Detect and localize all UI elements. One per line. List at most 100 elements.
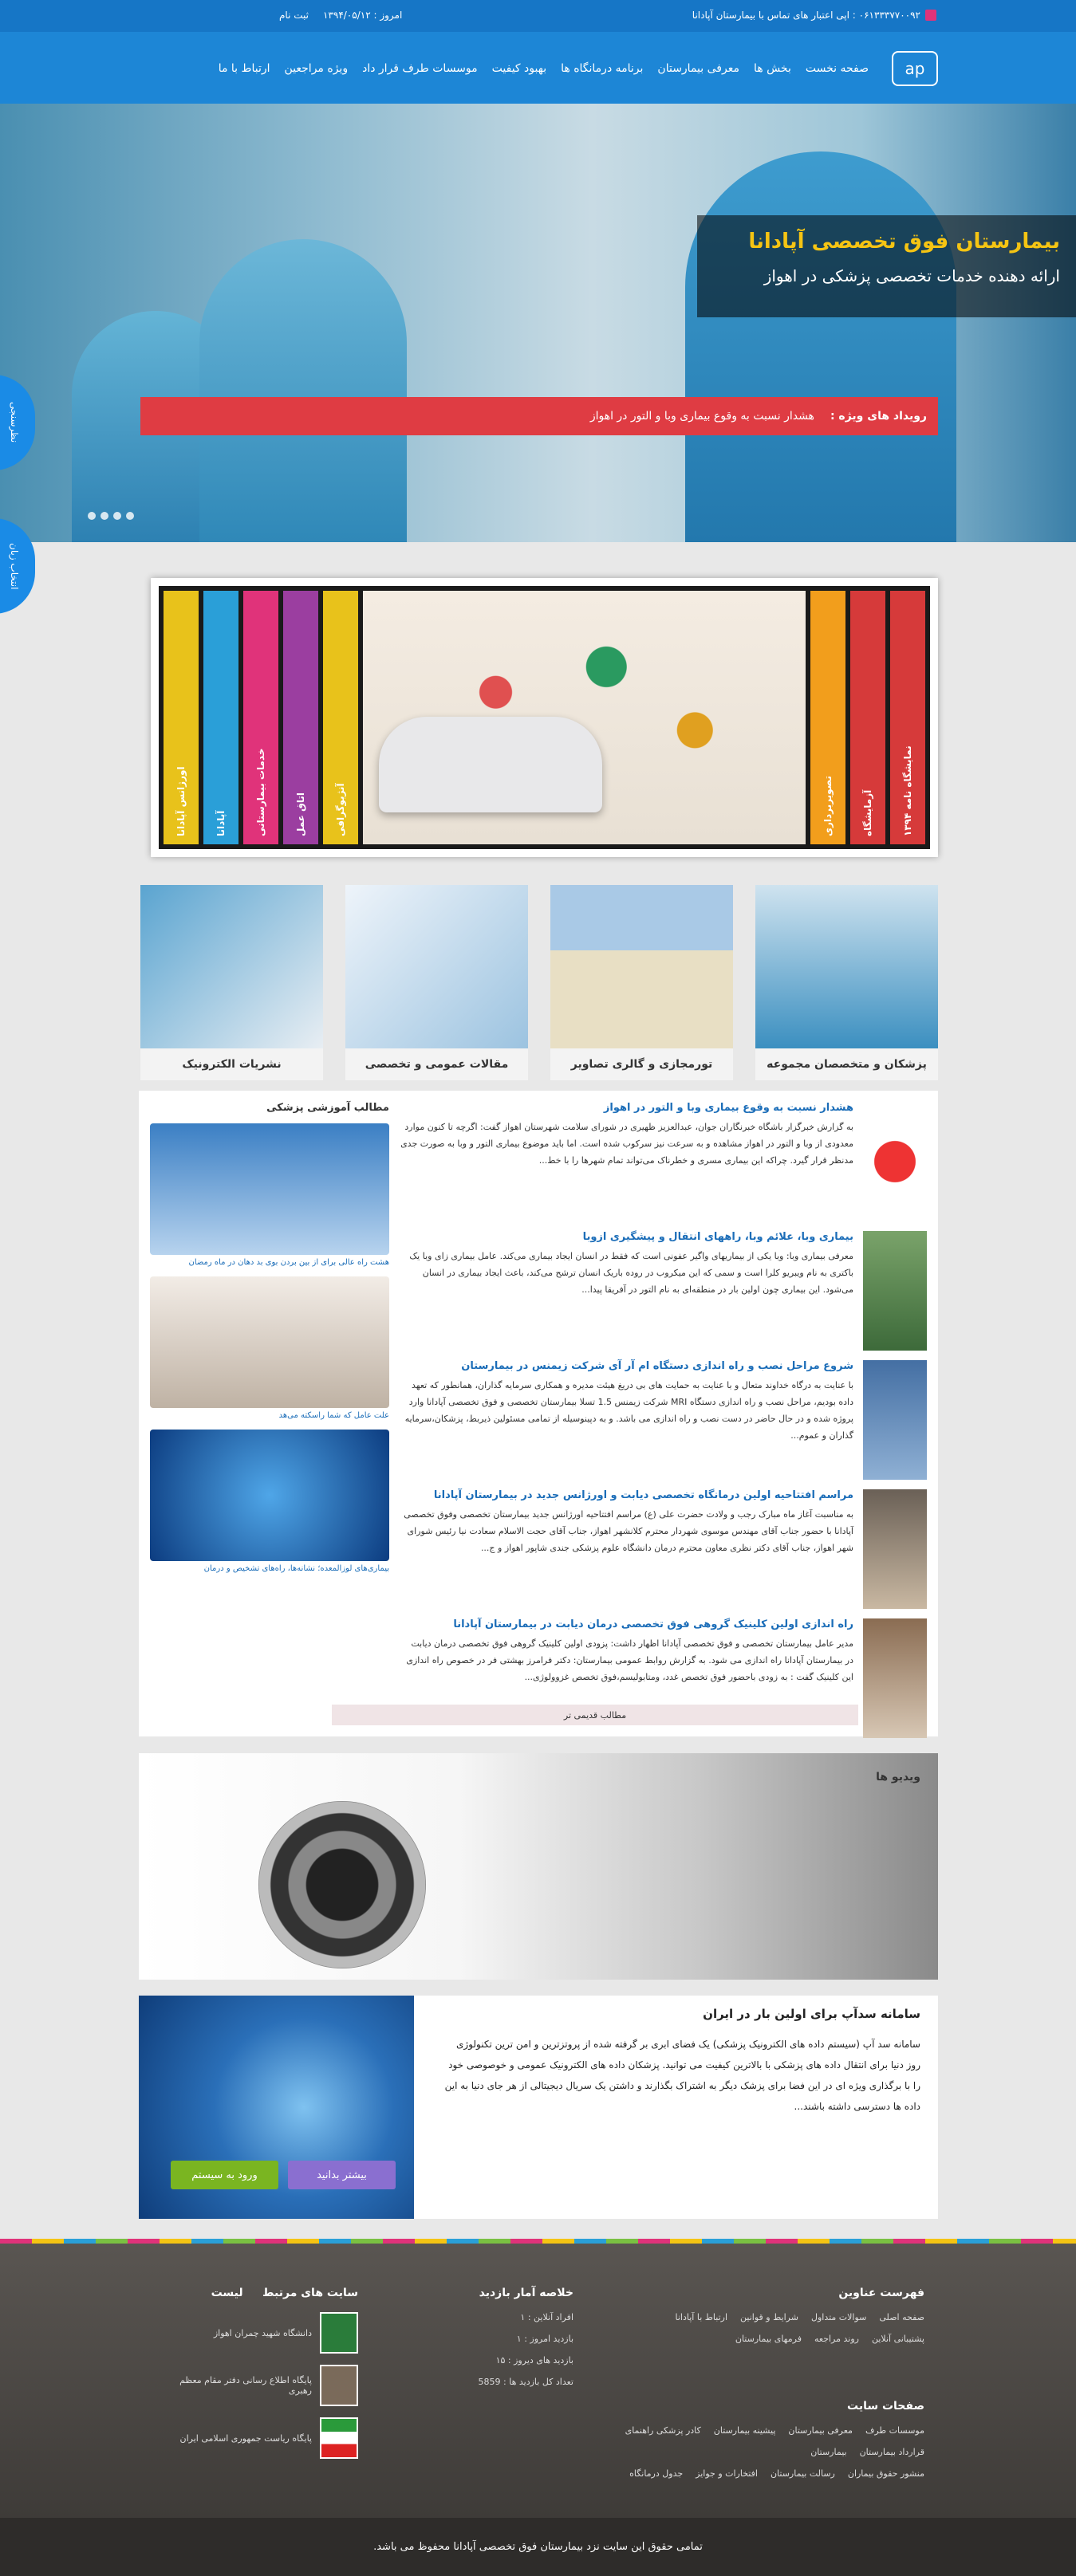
accordion-tab[interactable]: آزمایشگاه [850,591,885,844]
accordion-tab[interactable]: آپادانا [203,591,238,844]
article-title[interactable]: راه اندازی اولین کلینیک گروهی فوق تخصصی … [400,1618,853,1630]
card-label: نشریات الکترونیک [140,1048,323,1080]
article: بیماری وبا، علائم وبا، راههای انتقال و پ… [400,1231,927,1351]
footer-link[interactable]: صفحه اصلی [879,2312,924,2322]
footer-link[interactable]: بیمارستان [810,2447,846,2457]
slider-dot[interactable] [113,512,121,520]
education-item[interactable]: بیماری‌های لوزالمعده؛ نشانه‌ها، راه‌های … [150,1430,389,1573]
card-label: تورمجازی و گالری تصاویر [550,1048,733,1080]
footer: فهرست عناوین صفحه اصلی سوالات متداول شرا… [0,2239,1076,2518]
hero-figure [199,239,407,542]
slider-dot[interactable] [88,512,96,520]
footer-link[interactable]: پیشینه بیمارستان [714,2425,776,2436]
footer-link[interactable]: ارتباط با آپادانا [676,2312,728,2322]
article-thumbnail[interactable] [863,1360,927,1480]
footer-link[interactable]: منشور حقوق بیماران [848,2468,924,2479]
accordion-tab[interactable]: آنژیوگرافی [323,591,358,844]
footer-link[interactable]: قرارداد بیمارستان [860,2447,924,2457]
accordion-tab-label: اورژانس آپادانا [175,766,187,836]
top-bar: ۰۶۱۳۳۳۷۷۰۰۹۲ : اپی اعتبار های تماس با بی… [0,0,1076,32]
footer-link[interactable]: رسالت بیمارستان [771,2468,835,2479]
main-nav: ap صفحه نخست بخش ها معرفی بیمارستان برنا… [0,32,1076,104]
footer-link[interactable]: جدول درمانگاه [629,2468,683,2479]
article-title[interactable]: مراسم افتتاحیه اولین درمانگاه تخصصی دیاب… [400,1489,853,1501]
article-title[interactable]: شروع مراحل نصب و راه اندازی دستگاه ام آر… [400,1360,853,1372]
menu-item-about[interactable]: معرفی بیمارستان [657,62,739,75]
related-site-label: پایگاه اطلاع رسانی دفتر مقام معظم رهبری [179,2375,312,2396]
footer-link[interactable]: پشتیبانی آنلاین [872,2334,924,2344]
stat-total: تعداد کل بازدید ها : 5859 [478,2377,573,2387]
cloud-text: سامانه سد آپ (سیستم داده های الکترونیک پ… [444,2039,920,2112]
footer-link[interactable]: موسسات طرف [865,2425,924,2436]
education-item[interactable]: هشت راه عالی برای از بین بردن بوی بد دها… [150,1123,389,1267]
accordion-tab[interactable]: تصویربرداری [810,591,845,844]
article-thumbnail[interactable] [863,1618,927,1738]
learn-more-button[interactable]: بیشتر بدانید [288,2161,396,2189]
menu-item-contracts[interactable]: موسسات طرف قرار داد [362,62,478,75]
card-gallery[interactable]: تورمجازی و گالری تصاویر [550,885,733,1080]
older-posts-button[interactable]: مطالب قدیمی تر [332,1705,858,1725]
menu-item-quality[interactable]: بهبود کیفیت [492,62,546,75]
news-label: رویداد های ویژه : [830,410,927,423]
article-title[interactable]: هشدار نسبت به وقوع بیماری وبا و التور در… [400,1102,853,1114]
card-image [550,885,733,1048]
card-doctors[interactable]: پزشکان و متخصصان مجموعه [755,885,938,1080]
education-image [150,1430,389,1561]
menu-item-patients[interactable]: ویژه مراجعین [285,62,349,75]
footer-link[interactable]: کادر پزشکی راهنمای [625,2425,701,2436]
accordion-tab[interactable]: اورژانس آپادانا [164,591,199,844]
register-link[interactable]: ثبت نام [279,10,309,21]
footer-link[interactable]: فرمهای بیمارستان [735,2334,802,2344]
education-label[interactable]: علت عامل که شما راسکته می‌هد [150,1411,389,1420]
footer-link[interactable]: سوالات متداول [811,2312,866,2322]
news-section: هشدار نسبت به وقوع بیماری وبا و التور در… [139,1091,938,1738]
accordion-tab-label: آپادانا [215,810,227,836]
site-logo[interactable]: ap [892,51,938,86]
footer-link[interactable]: روند مراجعه [814,2334,859,2344]
related-site[interactable]: پایگاه اطلاع رسانی دفتر مقام معظم رهبری [159,2365,358,2406]
article-title[interactable]: بیماری وبا، علائم وبا، راههای انتقال و پ… [400,1231,853,1243]
hero-subtitle: ارائه دهنده خدمات تخصصی پزشکی در اهواز [763,266,1060,285]
accordion-tab-label: آنژیوگرافی [335,783,346,836]
footer-link[interactable]: شرایط و قوانین [740,2312,798,2322]
footer-stripe [0,2239,1076,2244]
article: شروع مراحل نصب و راه اندازی دستگاه ام آر… [400,1360,927,1480]
card-publications[interactable]: نشریات الکترونیک [140,885,323,1080]
menu-item-departments[interactable]: بخش ها [754,62,791,75]
article-text: با عنایت به درگاه خداوند متعال و با عنای… [404,1380,853,1441]
footer-link[interactable]: معرفی بیمارستان [788,2425,853,2436]
accordion-tab[interactable]: نمایشگاه نامه ۱۳۹۴ [890,591,925,844]
article-thumbnail[interactable] [863,1102,927,1221]
menu-item-clinics[interactable]: برنامه درمانگاه ها [561,62,643,75]
date-text: امروز : ۱۳۹۴/۰۵/۱۲ [322,10,403,21]
related-site[interactable]: پایگاه ریاست جمهوری اسلامی ایران [159,2417,358,2459]
login-button[interactable]: ورود به سیستم [171,2161,278,2189]
news-text[interactable]: هشدار نسبت به وقوع بیماری وبا و التور در… [590,410,814,423]
footer-link[interactable]: افتخارات و جوایز [696,2468,758,2479]
education-label[interactable]: هشت راه عالی برای از بین بردن بوی بد دها… [150,1258,389,1267]
article: مراسم افتتاحیه اولین درمانگاه تخصصی دیاب… [400,1489,927,1609]
accordion-tab[interactable]: خدمات بیمارستانی [243,591,278,844]
related-site[interactable]: دانشگاه شهید چمران اهواز [159,2312,358,2354]
card-articles[interactable]: مقالات عمومی و تخصصی [345,885,528,1080]
accordion-tab[interactable]: اتاق عمل [283,591,318,844]
footer-stats-title: خلاصه آمار بازدید [479,2287,573,2299]
article-text: به مناسبت آغاز ماه مبارک رجب و ولادت حضر… [404,1509,853,1553]
menu-item-contact[interactable]: ارتباط با ما [219,62,270,75]
footer-links-sub: لیست [211,2287,243,2299]
education-item[interactable]: علت عامل که شما راسکته می‌هد [150,1276,389,1420]
article-thumbnail[interactable] [863,1231,927,1351]
university-logo-icon [320,2312,358,2354]
slider-dots [88,512,134,520]
videos-title: ویدیو ها [876,1771,920,1784]
article-thumbnail[interactable] [863,1489,927,1609]
accordion-tab-label: آزمایشگاه [862,789,873,836]
slider-dot[interactable] [101,512,108,520]
copyright-text: تمامی حقوق این سایت نزد بیمارستان فوق تخ… [373,2541,703,2553]
education-label[interactable]: بیماری‌های لوزالمعده؛ نشانه‌ها، راه‌های … [150,1564,389,1573]
menu-item-home[interactable]: صفحه نخست [806,62,869,75]
stat-online: افراد آنلاین : ۱ [520,2312,573,2322]
stat-yesterday: بازدید های دیروز : ۱۵ [495,2355,573,2366]
slider-dot[interactable] [126,512,134,520]
camera-lens-image[interactable] [258,1801,426,1968]
